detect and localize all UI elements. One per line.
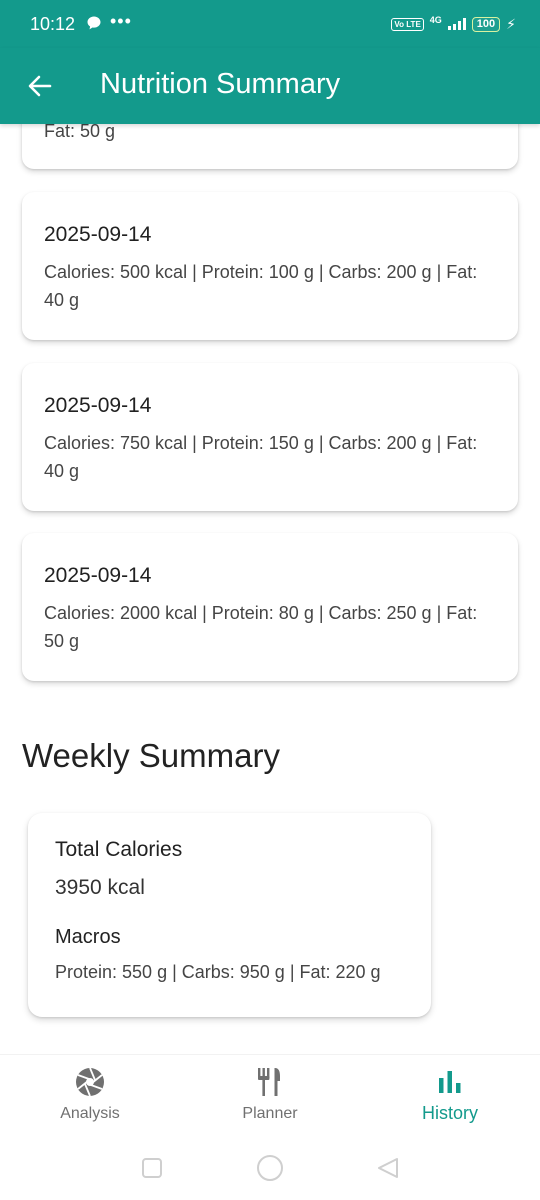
system-navigation (0, 1140, 540, 1200)
app-bar: Nutrition Summary (0, 48, 540, 124)
home-button[interactable] (255, 1153, 285, 1183)
nav-label: Analysis (60, 1105, 120, 1122)
status-indicators: Vo LTE 4G 100 ⚡ (391, 13, 516, 35)
entry-card: 2025-09-14 Calories: 750 kcal | Protein:… (22, 363, 518, 511)
entry-detail: Calories: 750 kcal | Protein: 150 g | Ca… (44, 433, 478, 481)
page-title: Nutrition Summary (100, 68, 341, 100)
entry-detail: Calories: 2000 kcal | Protein: 80 g | Ca… (44, 603, 478, 651)
status-bar: 10:12 ••• Vo LTE 4G 100 ⚡ (0, 0, 540, 48)
recents-button[interactable] (140, 1156, 164, 1180)
history-list[interactable]: Fat: 50 g 2025-09-14 Calories: 500 kcal … (0, 124, 540, 1054)
nav-item-planner[interactable]: Planner (200, 1065, 340, 1135)
entry-date: 2025-09-14 (44, 394, 152, 417)
charging-icon: ⚡ (506, 15, 516, 32)
fork-knife-icon (258, 1068, 280, 1096)
nav-label: History (421, 1103, 478, 1123)
nav-item-history[interactable]: History (380, 1065, 520, 1135)
entry-detail: Fat: 50 g (44, 124, 116, 141)
weekly-summary-card: Total Calories 3950 kcal Macros Protein:… (28, 813, 431, 1017)
message-icon (87, 16, 101, 30)
total-calories-value: 3950 kcal (55, 876, 145, 899)
back-system-button[interactable] (376, 1156, 400, 1180)
entry-detail: Calories: 500 kcal | Protein: 100 g | Ca… (44, 262, 478, 310)
bottom-navigation: Analysis Planner History (0, 1054, 540, 1140)
entry-date: 2025-09-14 (44, 223, 152, 246)
entry-card: 2025-09-14 Calories: 500 kcal | Protein:… (22, 192, 518, 340)
nav-label: Planner (242, 1105, 298, 1122)
arrow-left-icon (28, 75, 52, 97)
camera-shutter-icon (76, 1067, 104, 1097)
total-calories-label: Total Calories (55, 838, 183, 861)
weekly-summary-heading: Weekly Summary (22, 737, 280, 774)
battery-icon: 100 (471, 16, 501, 32)
nav-item-analysis[interactable]: Analysis (20, 1065, 160, 1135)
signal-icon (447, 18, 466, 30)
entry-date: 2025-09-14 (44, 564, 152, 587)
back-button[interactable] (22, 68, 58, 104)
bar-chart-icon (439, 1071, 461, 1093)
entry-card-partial: Fat: 50 g (22, 124, 518, 169)
macros-value: Protein: 550 g | Carbs: 950 g | Fat: 220… (55, 962, 381, 982)
more-notifications-icon: ••• (110, 11, 132, 31)
macros-label: Macros (55, 926, 121, 948)
network-type: 4G (429, 14, 442, 25)
status-time: 10:12 (30, 14, 76, 34)
volte-icon: Vo LTE (391, 17, 424, 31)
entry-card: 2025-09-14 Calories: 2000 kcal | Protein… (22, 533, 518, 681)
